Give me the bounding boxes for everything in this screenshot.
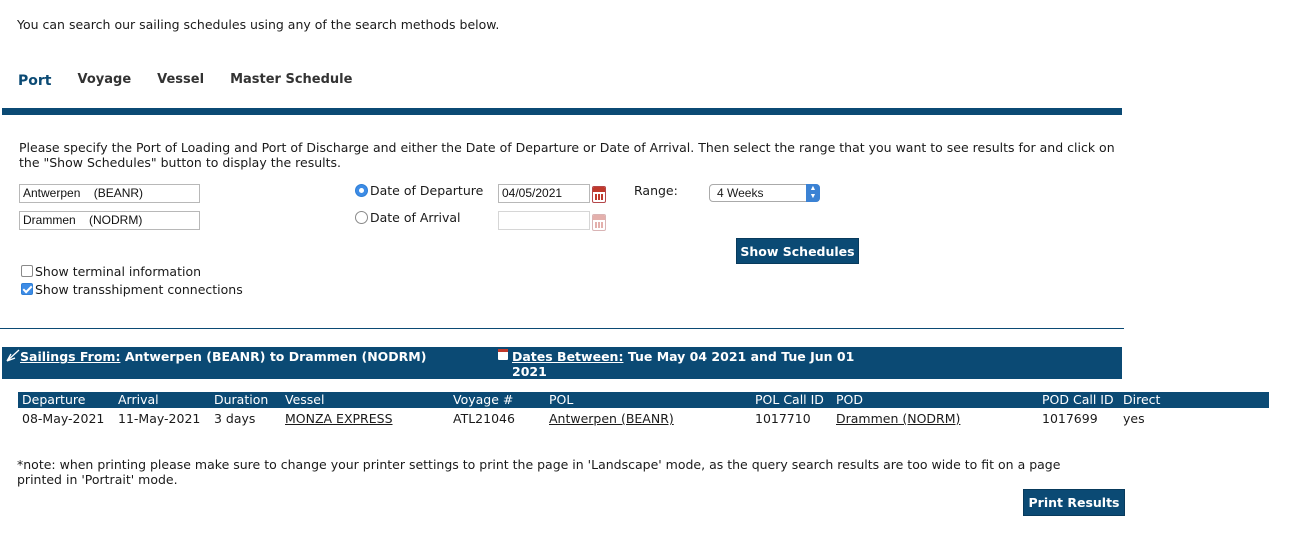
port-of-discharge-input[interactable]: Drammen (NODRM) [19, 211, 200, 230]
vessel-link[interactable]: MONZA EXPRESS [285, 411, 393, 426]
tab-port[interactable]: Port [18, 73, 51, 89]
date-of-arrival-input[interactable] [498, 211, 590, 230]
pod-link[interactable]: Drammen (NODRM) [836, 411, 960, 426]
range-select[interactable]: 4 Weeks ▲ ▼ [709, 184, 820, 202]
sailings-from-label: Sailings From: [20, 349, 121, 364]
column-header: Arrival [118, 392, 159, 407]
results-summary-bar: Sailings From: Antwerpen (BEANR) to Dram… [2, 347, 1122, 379]
range-label: Range: [634, 183, 678, 198]
pod-call-id-cell: 1017699 [1042, 411, 1098, 426]
tab-master-schedule[interactable]: Master Schedule [230, 72, 352, 89]
route-icon [6, 349, 20, 365]
date-of-arrival-option[interactable]: Date of Arrival [355, 210, 461, 225]
intro-text: You can search our sailing schedules usi… [17, 17, 500, 32]
column-header: Vessel [285, 392, 325, 407]
dates-between-value-line2: 2021 [512, 364, 547, 379]
column-header: Duration [214, 392, 269, 407]
column-header: POD [836, 392, 864, 407]
voyage-cell: ATL21046 [453, 411, 515, 426]
calendar-icon[interactable] [592, 214, 606, 231]
date-of-arrival-radio[interactable] [355, 211, 368, 224]
dates-between-label: Dates Between: [512, 349, 624, 364]
date-of-departure-label: Date of Departure [370, 183, 484, 198]
tab-underline-bar [2, 108, 1122, 115]
calendar-icon[interactable] [592, 186, 606, 203]
date-of-departure-input[interactable]: 04/05/2021 [498, 184, 590, 203]
column-header: POL [549, 392, 574, 407]
calendar-icon [498, 349, 508, 360]
direct-cell: yes [1123, 411, 1145, 426]
pol-call-id-cell: 1017710 [755, 411, 811, 426]
tab-vessel[interactable]: Vessel [157, 72, 204, 89]
date-of-departure-option[interactable]: Date of Departure [355, 183, 483, 198]
date-of-arrival-label: Date of Arrival [370, 210, 461, 225]
form-instructions: Please specify the Port of Loading and P… [19, 140, 1115, 170]
column-header: Direct [1123, 392, 1161, 407]
show-terminal-label: Show terminal information [35, 264, 202, 279]
table-row: 08-May-2021 11-May-2021 3 days MONZA EXP… [18, 410, 1269, 428]
column-header: Voyage # [453, 392, 514, 407]
pol-link[interactable]: Antwerpen (BEANR) [549, 411, 674, 426]
port-of-loading-input[interactable]: Antwerpen (BEANR) [19, 184, 200, 203]
show-transshipment-label: Show transshipment connections [35, 282, 243, 297]
duration-cell: 3 days [214, 411, 256, 426]
dates-between-value: Tue May 04 2021 and Tue Jun 01 [627, 349, 855, 364]
column-header: POD Call ID [1042, 392, 1114, 407]
show-transshipment-checkbox[interactable] [21, 283, 33, 295]
print-note: *note: when printing please make sure to… [17, 457, 1061, 487]
print-results-button[interactable]: Print Results [1023, 489, 1125, 516]
range-select-value: 4 Weeks [717, 186, 764, 200]
arrival-cell: 11-May-2021 [118, 411, 201, 426]
show-terminal-checkbox[interactable] [21, 265, 33, 277]
show-terminal-option[interactable]: Show terminal information [21, 264, 201, 279]
departure-cell: 08-May-2021 [22, 411, 105, 426]
search-method-tabs: Port Voyage Vessel Master Schedule [18, 72, 378, 89]
tab-voyage[interactable]: Voyage [77, 72, 131, 89]
sailings-from-value: Antwerpen (BEANR) to Drammen (NODRM) [124, 349, 427, 364]
column-header: POL Call ID [755, 392, 824, 407]
section-divider [0, 328, 1124, 329]
column-header: Departure [22, 392, 86, 407]
show-schedules-button[interactable]: Show Schedules [736, 238, 859, 264]
show-transshipment-option[interactable]: Show transshipment connections [21, 282, 243, 297]
date-of-departure-radio[interactable] [355, 184, 368, 197]
chevron-updown-icon: ▲ ▼ [806, 184, 820, 202]
results-table-header: Departure Arrival Duration Vessel Voyage… [18, 392, 1269, 408]
